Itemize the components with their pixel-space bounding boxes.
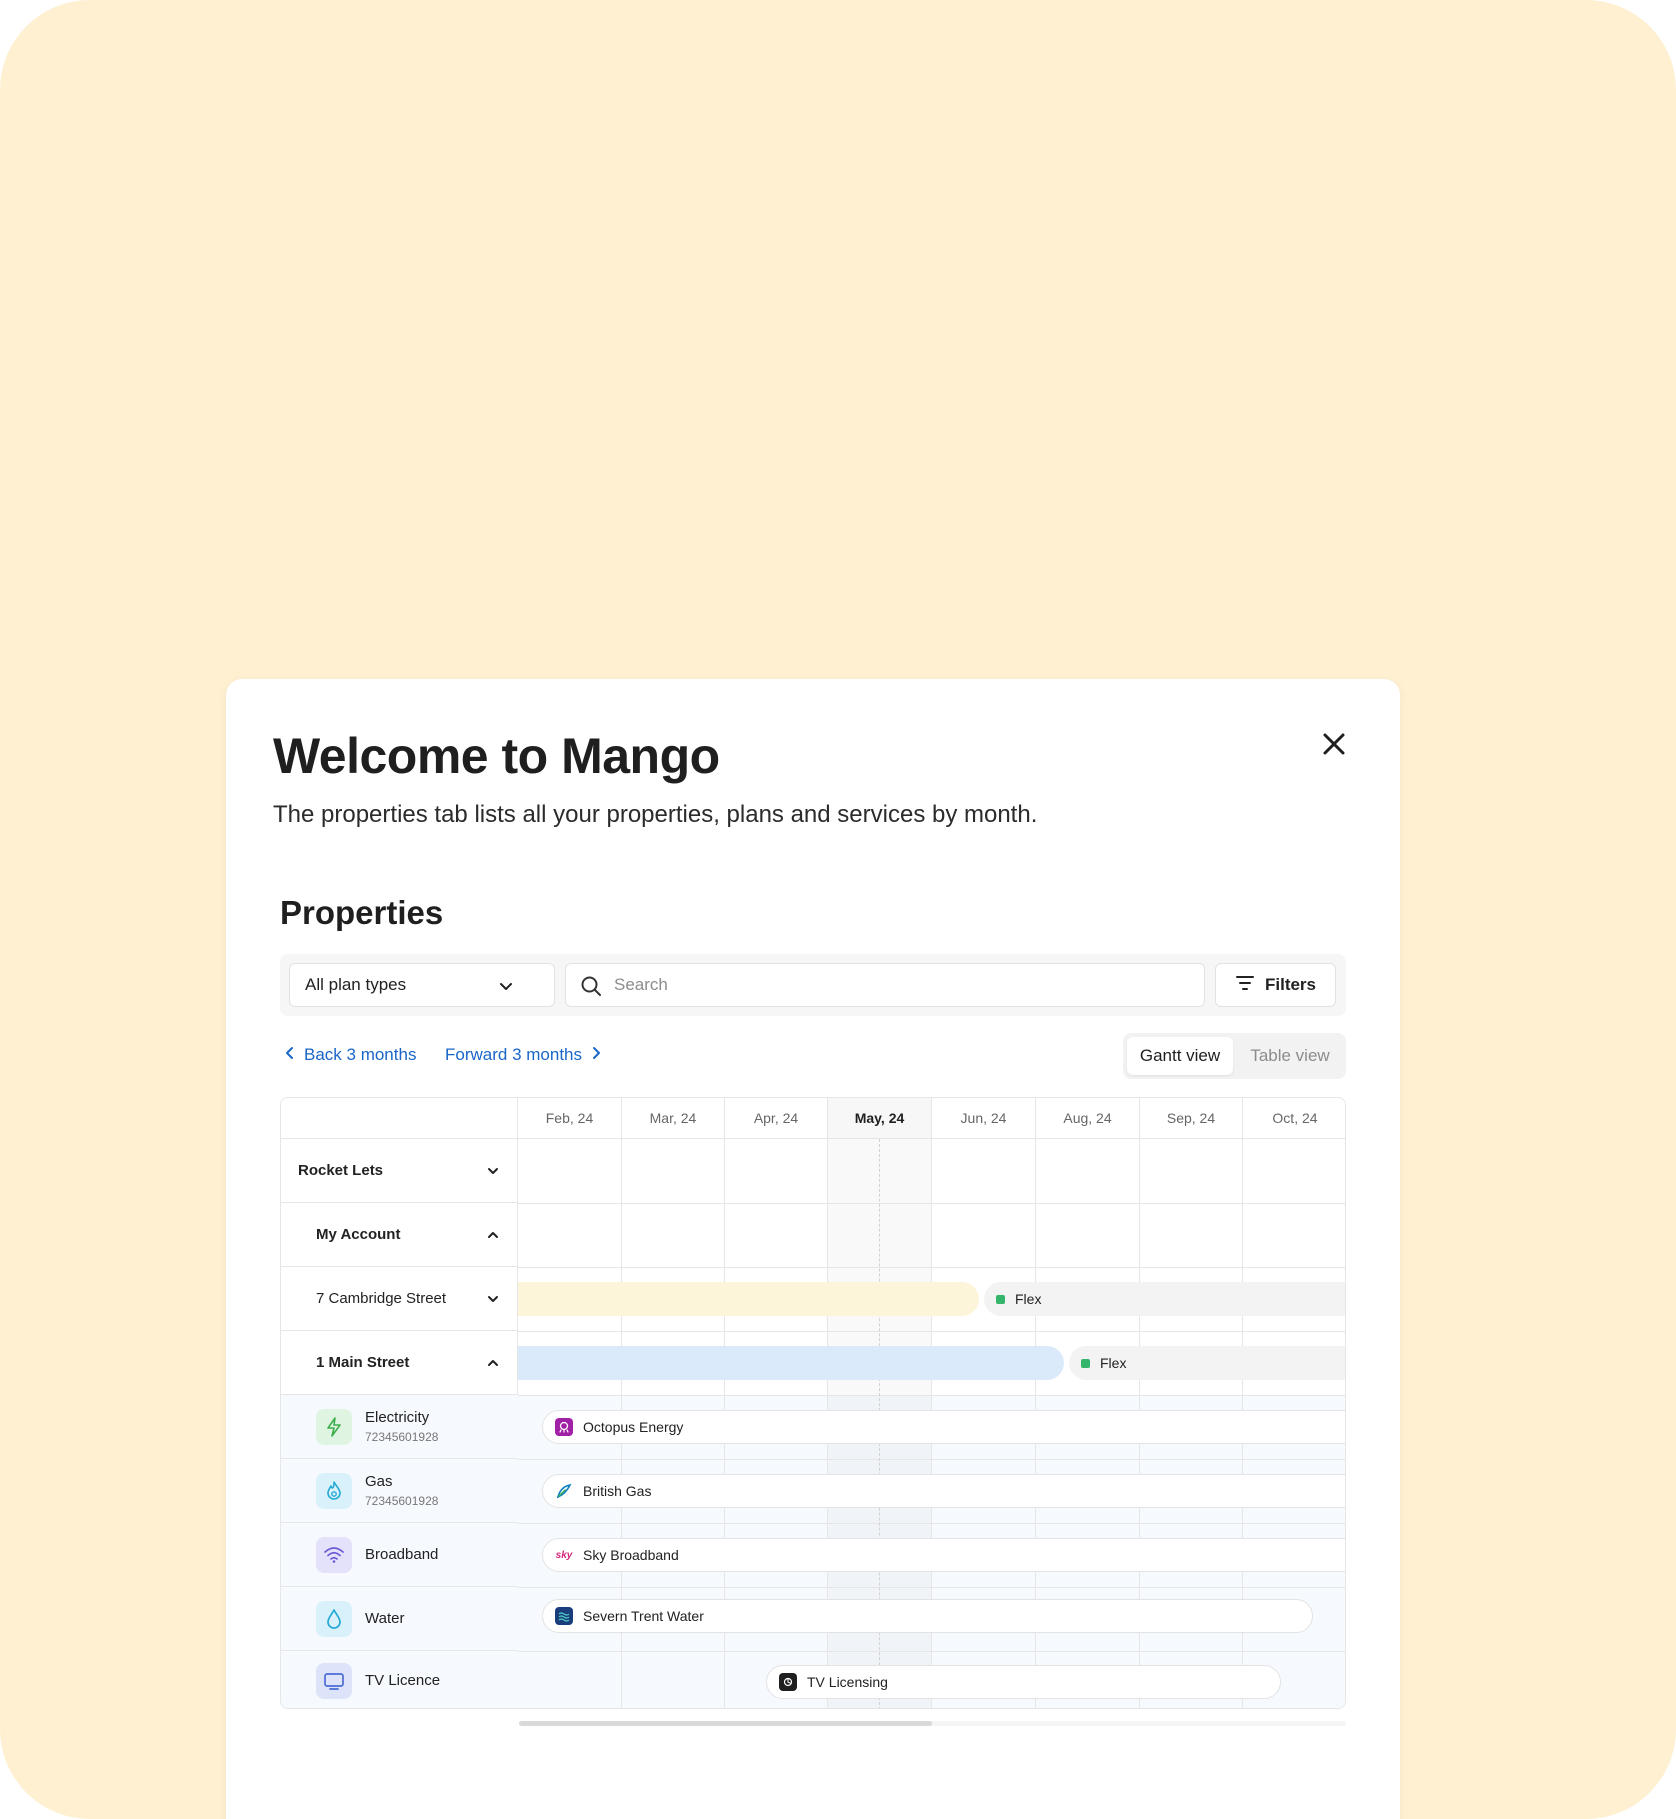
chevron-down-icon: [486, 1164, 500, 1182]
current-month-header: May, 24: [828, 1098, 932, 1139]
flex-plan-1-main-street[interactable]: Flex: [1069, 1346, 1345, 1380]
back-label: Back 3 months: [304, 1045, 417, 1064]
tv-icon: [316, 1662, 352, 1699]
grid-line: [518, 1523, 1345, 1524]
month-header: Jun, 24: [932, 1098, 1036, 1139]
properties-title: Properties: [280, 894, 444, 931]
service-gas: Gas 72345601928: [281, 1459, 518, 1523]
octopus-energy-logo-icon: [555, 1418, 573, 1436]
provider-bar-severn-trent-water[interactable]: Severn Trent Water: [542, 1599, 1313, 1633]
gantt-chart: Rocket Lets My Account 7 Cambridge Stree…: [280, 1097, 1346, 1709]
service-electricity: Electricity 72345601928: [281, 1395, 518, 1459]
service-name: Gas: [365, 1473, 393, 1490]
row-label: Rocket Lets: [298, 1162, 384, 1179]
row-label: My Account: [316, 1226, 401, 1243]
plan-label: Flex: [1100, 1355, 1127, 1371]
flame-icon: [316, 1472, 352, 1509]
meter-number: 72345601928: [365, 1430, 439, 1444]
grid-line: [518, 1267, 1345, 1268]
filter-icon: [1235, 975, 1255, 996]
chevron-down-icon: [498, 978, 514, 999]
british-gas-logo-icon: [555, 1482, 573, 1500]
row-1-main-street[interactable]: 1 Main Street: [281, 1331, 518, 1395]
modal-subtitle: The properties tab lists all your proper…: [273, 801, 1038, 828]
search-input[interactable]: [614, 964, 1174, 1006]
forward-label: Forward 3 months: [445, 1045, 582, 1064]
service-water: Water: [281, 1587, 518, 1651]
month-header: Feb, 24: [518, 1098, 622, 1139]
row-7-cambridge-street[interactable]: 7 Cambridge Street: [281, 1267, 518, 1331]
wifi-icon: [316, 1536, 352, 1573]
plan-type-value: All plan types: [305, 975, 407, 994]
filters-label: Filters: [1264, 975, 1317, 994]
provider-bar-british-gas[interactable]: British Gas: [542, 1474, 1345, 1508]
service-name: TV Licence: [365, 1672, 441, 1689]
plan-type-select[interactable]: All plan types: [289, 963, 555, 1007]
properties-toolbar: All plan types Filters: [280, 954, 1346, 1016]
chevron-left-icon: [284, 1045, 296, 1065]
lightning-icon: [316, 1408, 352, 1445]
status-dot: [1081, 1358, 1090, 1368]
grid-line: [518, 1395, 1345, 1396]
severn-trent-logo-icon: [555, 1607, 573, 1625]
month-header: Aug, 24: [1036, 1098, 1140, 1139]
chevron-up-icon: [486, 1356, 500, 1374]
sky-logo-icon: sky: [555, 1549, 573, 1561]
plan-bar-1-main-street[interactable]: [498, 1346, 1064, 1380]
month-header: Sep, 24: [1140, 1098, 1243, 1139]
month-header: Apr, 24: [725, 1098, 828, 1139]
gantt-view-tab[interactable]: Gantt view: [1127, 1037, 1233, 1075]
flex-plan-7-cambridge-street[interactable]: Flex: [984, 1282, 1345, 1316]
scrollbar-thumb[interactable]: [519, 1721, 932, 1726]
service-tv-licence: TV Licence: [281, 1651, 518, 1708]
grid-line: [518, 1203, 1345, 1204]
table-view-tab[interactable]: Table view: [1237, 1037, 1343, 1075]
gantt-left-header: [281, 1098, 517, 1139]
forward-3-months-link[interactable]: Forward 3 months: [445, 1045, 602, 1065]
provider-name: TV Licensing: [807, 1674, 888, 1690]
plan-bar-7-cambridge-street[interactable]: [498, 1282, 979, 1316]
chevron-up-icon: [486, 1228, 500, 1246]
provider-name: Severn Trent Water: [583, 1608, 704, 1624]
search-box: [565, 963, 1205, 1007]
grid-line: [518, 1651, 1345, 1652]
provider-name: Sky Broadband: [583, 1547, 679, 1563]
service-broadband: Broadband: [281, 1523, 518, 1587]
month-header: Mar, 24: [622, 1098, 725, 1139]
service-name: Broadband: [365, 1546, 439, 1563]
service-name: Water: [365, 1610, 405, 1627]
filters-button[interactable]: Filters: [1215, 963, 1336, 1007]
grid-line: [518, 1587, 1345, 1588]
service-name: Electricity: [365, 1409, 430, 1426]
provider-name: British Gas: [583, 1483, 652, 1499]
provider-bar-tv-licensing[interactable]: TV Licensing: [766, 1665, 1281, 1699]
chevron-right-icon: [590, 1045, 602, 1065]
tv-licensing-logo-icon: [779, 1673, 797, 1691]
row-rocket-lets[interactable]: Rocket Lets: [281, 1139, 518, 1203]
view-toggle: Gantt view Table view: [1123, 1033, 1346, 1079]
gantt-row-labels: Rocket Lets My Account 7 Cambridge Stree…: [281, 1098, 518, 1708]
water-drop-icon: [316, 1600, 352, 1637]
welcome-modal: Welcome to Mango The properties tab list…: [226, 679, 1400, 1819]
row-label: 7 Cambridge Street: [316, 1290, 447, 1307]
row-my-account[interactable]: My Account: [281, 1203, 518, 1267]
provider-bar-octopus-energy[interactable]: Octopus Energy: [542, 1410, 1345, 1444]
grid-line: [518, 1459, 1345, 1460]
modal-title: Welcome to Mango: [273, 728, 720, 784]
horizontal-scrollbar[interactable]: [519, 1721, 1346, 1726]
row-label: 1 Main Street: [316, 1354, 410, 1371]
month-header: Oct, 24: [1243, 1098, 1345, 1139]
provider-bar-sky-broadband[interactable]: sky Sky Broadband: [542, 1538, 1345, 1572]
chevron-down-icon: [486, 1292, 500, 1310]
status-dot: [996, 1294, 1005, 1304]
provider-name: Octopus Energy: [583, 1419, 684, 1435]
plan-label: Flex: [1015, 1291, 1042, 1307]
back-3-months-link[interactable]: Back 3 months: [284, 1045, 416, 1065]
close-icon[interactable]: [1316, 726, 1352, 762]
gantt-timeline: Feb, 24 Mar, 24 Apr, 24 May, 24 Jun, 24 …: [498, 1098, 1345, 1708]
grid-line: [518, 1331, 1345, 1332]
meter-number: 72345601928: [365, 1494, 439, 1508]
